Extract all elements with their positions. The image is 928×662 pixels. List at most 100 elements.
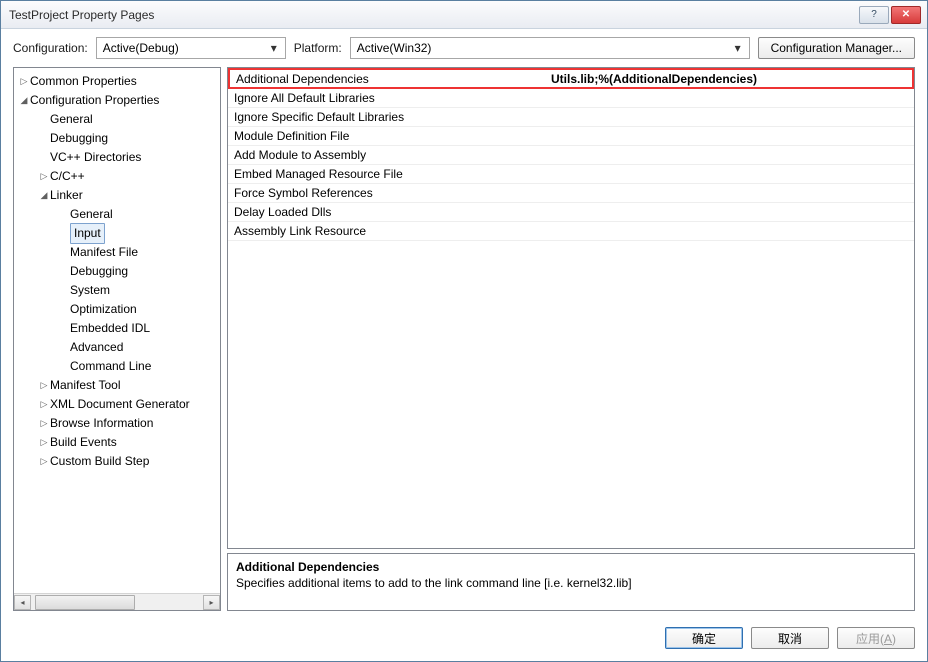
tree-label: Linker: [50, 186, 83, 205]
expander-collapsed-icon[interactable]: ▷: [38, 452, 50, 471]
tree-label: Manifest Tool: [50, 376, 120, 395]
chevron-down-icon: ▾: [731, 41, 745, 55]
tree-node-linker-input[interactable]: Input: [14, 224, 220, 243]
property-row[interactable]: Assembly Link Resource: [228, 222, 914, 241]
tree-label: Command Line: [70, 357, 151, 376]
cancel-button[interactable]: 取消: [751, 627, 829, 649]
right-pane: Additional Dependencies Utils.lib;%(Addi…: [227, 67, 915, 611]
tree-node-linker-general[interactable]: General: [14, 205, 220, 224]
configuration-manager-button[interactable]: Configuration Manager...: [758, 37, 915, 59]
configuration-combo[interactable]: Active(Debug) ▾: [96, 37, 286, 59]
tree-node-xml-doc-generator[interactable]: ▷XML Document Generator: [14, 395, 220, 414]
property-row[interactable]: Add Module to Assembly: [228, 146, 914, 165]
tree-label: Configuration Properties: [30, 91, 159, 110]
platform-label: Platform:: [294, 41, 342, 55]
tree-horizontal-scrollbar[interactable]: ◂ ▸: [14, 593, 220, 610]
tree-node-linker-system[interactable]: System: [14, 281, 220, 300]
scroll-track[interactable]: [31, 595, 203, 610]
close-button[interactable]: ✕: [891, 6, 921, 24]
dialog-window: TestProject Property Pages ? ✕ Configura…: [0, 0, 928, 662]
configuration-label: Configuration:: [13, 41, 88, 55]
property-value[interactable]: Utils.lib;%(AdditionalDependencies): [545, 72, 912, 86]
expander-collapsed-icon[interactable]: ▷: [38, 376, 50, 395]
property-row-additional-dependencies[interactable]: Additional Dependencies Utils.lib;%(Addi…: [228, 68, 914, 89]
property-name: Force Symbol References: [228, 186, 543, 200]
chevron-down-icon: ▾: [267, 41, 281, 55]
property-name: Module Definition File: [228, 129, 543, 143]
tree-label: Input: [70, 223, 105, 244]
platform-combo[interactable]: Active(Win32) ▾: [350, 37, 750, 59]
property-row[interactable]: Delay Loaded Dlls: [228, 203, 914, 222]
help-button[interactable]: ?: [859, 6, 889, 24]
cancel-label: 取消: [778, 630, 802, 647]
tree[interactable]: ▷Common Properties ◢Configuration Proper…: [14, 68, 220, 593]
property-name: Ignore Specific Default Libraries: [228, 110, 543, 124]
tree-node-common-properties[interactable]: ▷Common Properties: [14, 72, 220, 91]
expander-collapsed-icon[interactable]: ▷: [18, 72, 30, 91]
expander-collapsed-icon[interactable]: ▷: [38, 433, 50, 452]
tree-node-general[interactable]: General: [14, 110, 220, 129]
tree-node-vcpp-directories[interactable]: VC++ Directories: [14, 148, 220, 167]
property-row[interactable]: Ignore Specific Default Libraries: [228, 108, 914, 127]
description-text: Specifies additional items to add to the…: [236, 576, 906, 590]
tree-node-browse-information[interactable]: ▷Browse Information: [14, 414, 220, 433]
apply-label: 应用(A): [856, 630, 896, 647]
property-row[interactable]: Force Symbol References: [228, 184, 914, 203]
tree-label: General: [50, 110, 93, 129]
expander-collapsed-icon[interactable]: ▷: [38, 167, 50, 186]
tree-node-linker-debugging[interactable]: Debugging: [14, 262, 220, 281]
ok-label: 确定: [692, 630, 716, 647]
ok-button[interactable]: 确定: [665, 627, 743, 649]
tree-label: Common Properties: [30, 72, 137, 91]
expander-expanded-icon[interactable]: ◢: [38, 186, 50, 205]
tree-label: General: [70, 205, 113, 224]
tree-node-linker-command-line[interactable]: Command Line: [14, 357, 220, 376]
description-title: Additional Dependencies: [236, 560, 906, 574]
tree-panel: ▷Common Properties ◢Configuration Proper…: [13, 67, 221, 611]
scroll-right-icon[interactable]: ▸: [203, 595, 220, 610]
apply-button[interactable]: 应用(A): [837, 627, 915, 649]
tree-node-linker-embedded-idl[interactable]: Embedded IDL: [14, 319, 220, 338]
body: ▷Common Properties ◢Configuration Proper…: [1, 67, 927, 619]
tree-label: Advanced: [70, 338, 123, 357]
property-name: Add Module to Assembly: [228, 148, 543, 162]
tree-label: Custom Build Step: [50, 452, 149, 471]
platform-value: Active(Win32): [357, 41, 725, 55]
property-row[interactable]: Ignore All Default Libraries: [228, 89, 914, 108]
scroll-left-icon[interactable]: ◂: [14, 595, 31, 610]
property-name: Ignore All Default Libraries: [228, 91, 543, 105]
window-buttons: ? ✕: [859, 6, 921, 24]
tree-label: Optimization: [70, 300, 137, 319]
property-name: Additional Dependencies: [230, 72, 545, 86]
tree-node-linker-optimization[interactable]: Optimization: [14, 300, 220, 319]
tree-label: C/C++: [50, 167, 85, 186]
tree-label: Build Events: [50, 433, 117, 452]
tree-node-configuration-properties[interactable]: ◢Configuration Properties: [14, 91, 220, 110]
tree-node-custom-build-step[interactable]: ▷Custom Build Step: [14, 452, 220, 471]
description-panel: Additional Dependencies Specifies additi…: [227, 553, 915, 611]
expander-expanded-icon[interactable]: ◢: [18, 91, 30, 110]
property-row[interactable]: Embed Managed Resource File: [228, 165, 914, 184]
expander-collapsed-icon[interactable]: ▷: [38, 395, 50, 414]
tree-node-linker[interactable]: ◢Linker: [14, 186, 220, 205]
configuration-value: Active(Debug): [103, 41, 261, 55]
expander-collapsed-icon[interactable]: ▷: [38, 414, 50, 433]
titlebar: TestProject Property Pages ? ✕: [1, 1, 927, 29]
tree-label: Manifest File: [70, 243, 138, 262]
tree-label: VC++ Directories: [50, 148, 141, 167]
tree-node-linker-advanced[interactable]: Advanced: [14, 338, 220, 357]
tree-node-ccpp[interactable]: ▷C/C++: [14, 167, 220, 186]
tree-node-build-events[interactable]: ▷Build Events: [14, 433, 220, 452]
property-row[interactable]: Module Definition File: [228, 127, 914, 146]
tree-node-linker-manifest-file[interactable]: Manifest File: [14, 243, 220, 262]
tree-node-debugging[interactable]: Debugging: [14, 129, 220, 148]
config-toolbar: Configuration: Active(Debug) ▾ Platform:…: [1, 29, 927, 67]
property-grid[interactable]: Additional Dependencies Utils.lib;%(Addi…: [227, 67, 915, 549]
footer: 确定 取消 应用(A): [1, 619, 927, 661]
tree-label: Browse Information: [50, 414, 153, 433]
property-name: Embed Managed Resource File: [228, 167, 543, 181]
scroll-thumb[interactable]: [35, 595, 135, 610]
tree-label: Debugging: [70, 262, 128, 281]
property-name: Assembly Link Resource: [228, 224, 543, 238]
tree-node-manifest-tool[interactable]: ▷Manifest Tool: [14, 376, 220, 395]
